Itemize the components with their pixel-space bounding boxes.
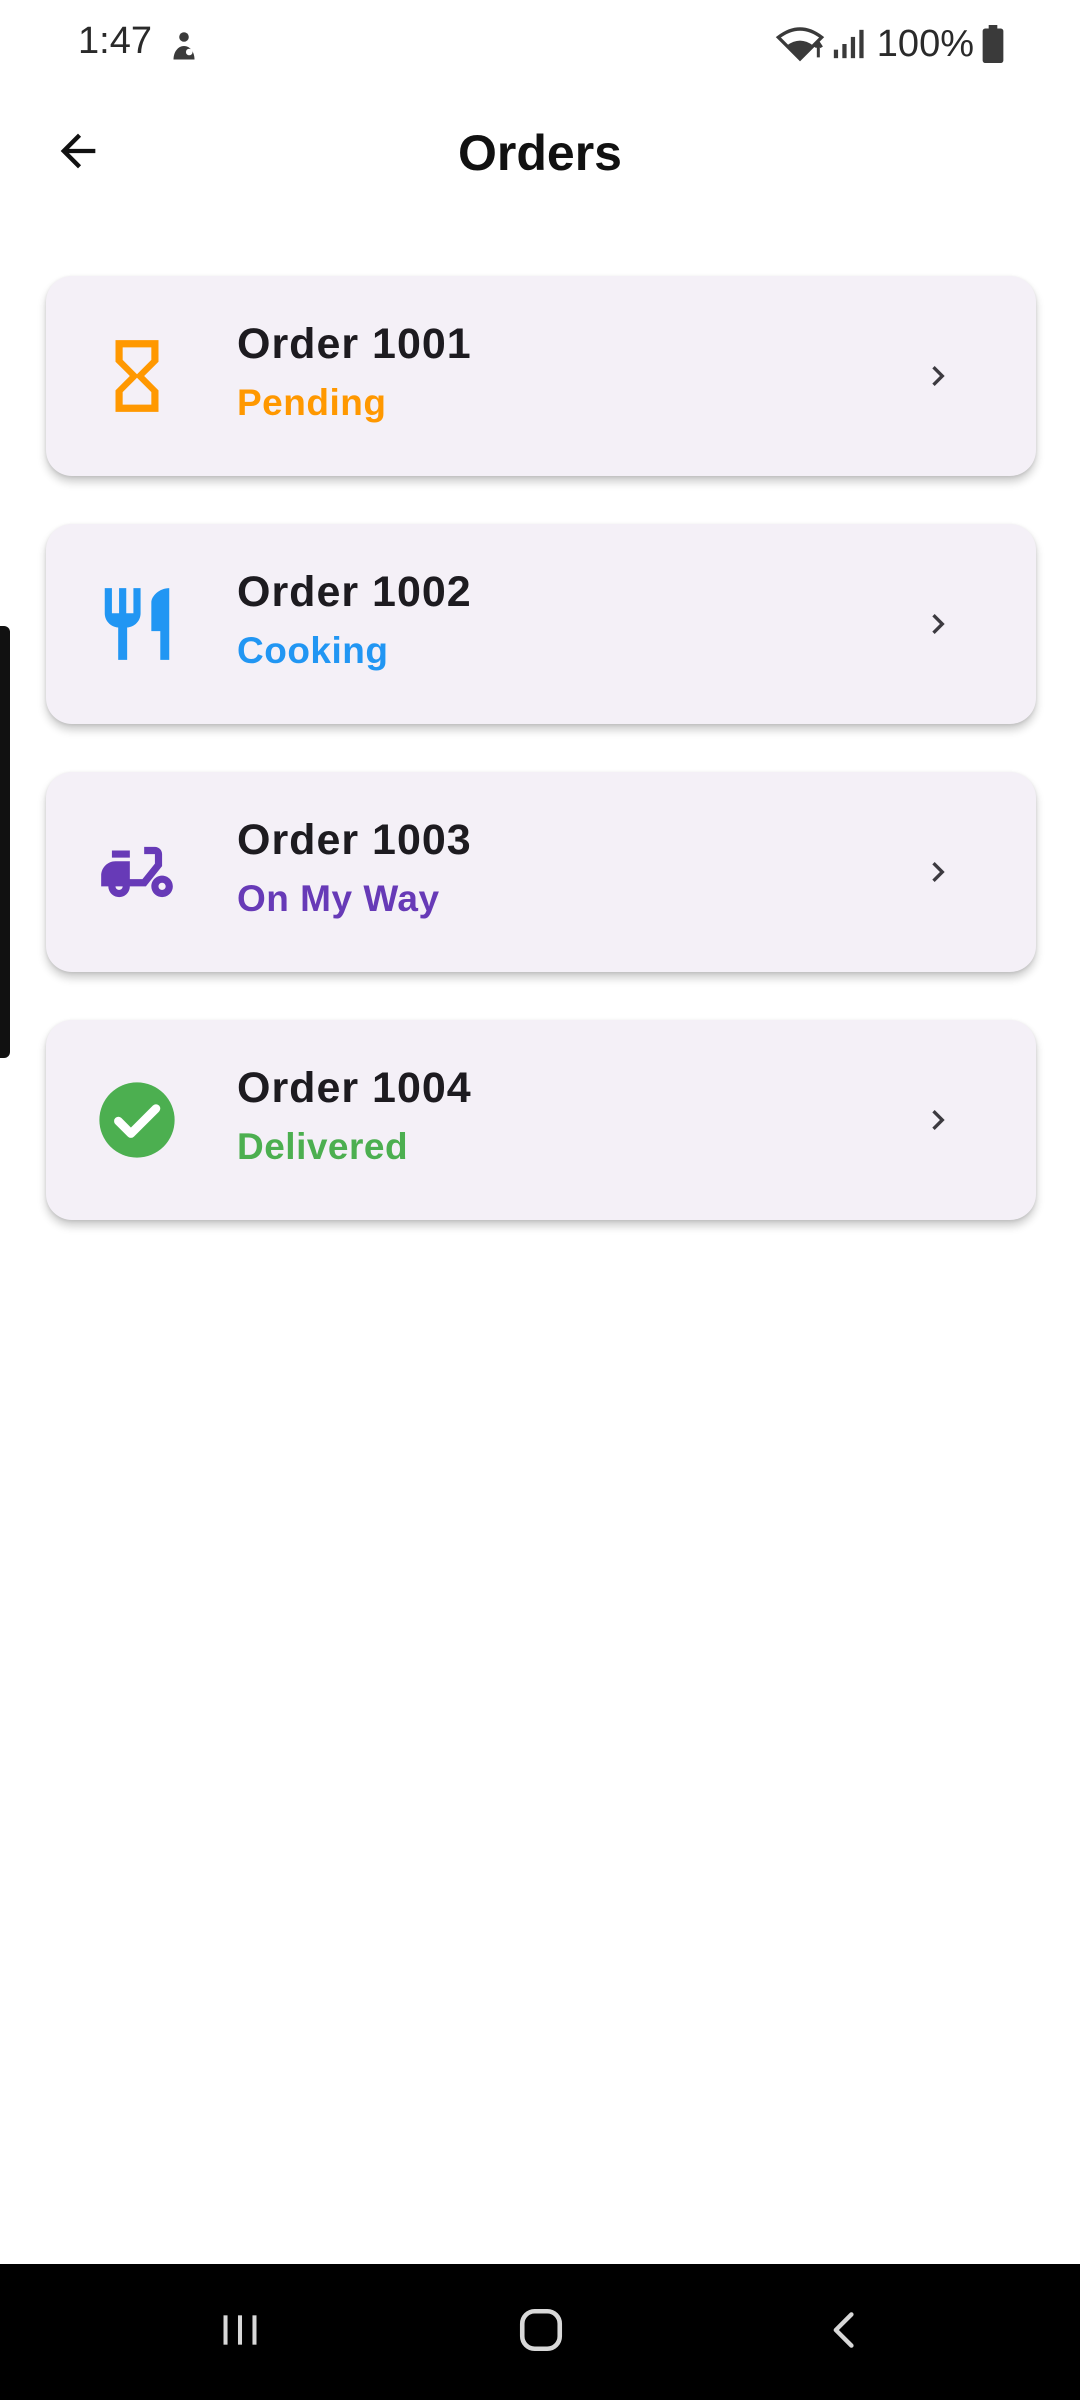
page-title: Orders xyxy=(458,125,622,181)
orders-screen: 1:47 100% Orders Order 1001 Pending Orde… xyxy=(0,0,1080,2400)
back-icon xyxy=(823,2308,867,2357)
order-text: Order 1001 Pending xyxy=(237,318,472,426)
chevron-right-icon xyxy=(918,852,958,892)
status-bar: 1:47 100% xyxy=(0,0,1080,90)
order-card-1001[interactable]: Order 1001 Pending xyxy=(46,276,1036,476)
home-button[interactable] xyxy=(496,2302,586,2362)
wifi-icon xyxy=(775,24,825,64)
delivery-scooter-icon xyxy=(94,829,180,915)
order-status: Pending xyxy=(237,382,387,423)
order-title: Order 1003 xyxy=(237,816,472,864)
signal-icon xyxy=(831,26,865,62)
order-list: Order 1001 Pending Order 1002 Cooking Or… xyxy=(46,276,1036,1268)
check-circle-icon xyxy=(94,1077,180,1163)
status-icons: 100% xyxy=(775,20,1004,68)
back-nav-button[interactable] xyxy=(800,2302,890,2362)
order-text: Order 1002 Cooking xyxy=(237,566,472,674)
order-card-1002[interactable]: Order 1002 Cooking xyxy=(46,524,1036,724)
system-nav-bar xyxy=(0,2264,1080,2400)
restaurant-icon xyxy=(94,581,180,667)
hourglass-icon xyxy=(94,333,180,419)
battery-percentage: 100% xyxy=(876,22,974,65)
chevron-right-icon xyxy=(918,604,958,644)
battery-icon xyxy=(982,25,1004,63)
recent-apps-icon xyxy=(218,2308,262,2357)
chevron-right-icon xyxy=(918,1100,958,1140)
home-icon xyxy=(516,2305,566,2360)
order-status: On My Way xyxy=(237,878,440,919)
chevron-right-icon xyxy=(918,356,958,396)
order-card-1003[interactable]: Order 1003 On My Way xyxy=(46,772,1036,972)
order-card-1004[interactable]: Order 1004 Delivered xyxy=(46,1020,1036,1220)
order-title: Order 1004 xyxy=(237,1064,472,1112)
notification-icon xyxy=(166,28,202,64)
edge-panel-handle[interactable] xyxy=(0,626,10,1058)
order-text: Order 1004 Delivered xyxy=(237,1062,472,1170)
order-status: Delivered xyxy=(237,1126,409,1167)
order-status: Cooking xyxy=(237,630,389,671)
order-title: Order 1001 xyxy=(237,320,472,368)
order-text: Order 1003 On My Way xyxy=(237,814,472,922)
order-title: Order 1002 xyxy=(237,568,472,616)
recent-apps-button[interactable] xyxy=(195,2302,285,2362)
app-bar: Orders xyxy=(0,100,1080,206)
status-time: 1:47 xyxy=(78,20,152,62)
